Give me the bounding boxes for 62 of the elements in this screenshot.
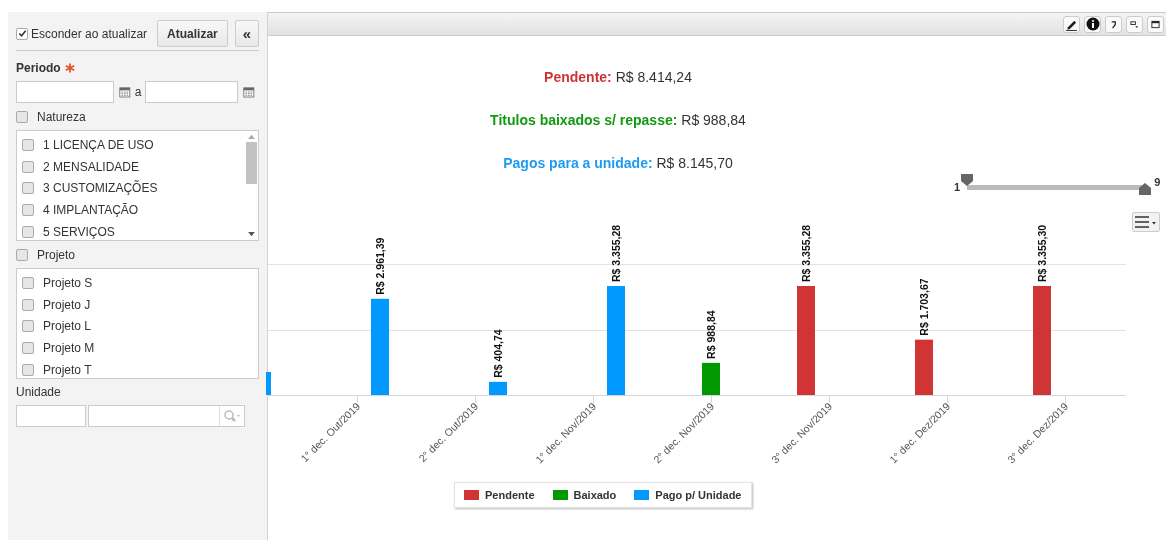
legend-item[interactable]: Pago p/ Unidade [634,489,742,501]
list-item-checkbox[interactable]: Projeto S [17,272,258,294]
window-icon [1151,19,1160,29]
bar [915,339,933,395]
slider-handle[interactable] [1139,183,1152,195]
list-item-checkbox[interactable]: Projeto M [17,337,258,360]
bar [489,381,507,395]
summary-value: R$ 8.145,70 [656,155,733,171]
list-item-checkbox[interactable]: 5 SERVIÇOS [17,221,245,243]
date-separator: a [134,85,142,99]
resize-icon [1130,19,1139,29]
data-label: R$ 1.703,67 [918,278,930,336]
list-item-checkbox[interactable]: Projeto L [17,315,258,338]
slider-handle[interactable] [961,174,974,186]
collapse-button[interactable]: « [234,20,259,47]
unit-label: Unidade [16,385,62,399]
range-min-label: 1 [954,181,961,193]
list-item-checkbox[interactable]: Projeto J [17,293,258,316]
unit-search-field[interactable] [88,405,245,427]
legend-item[interactable]: Pendente [464,489,535,501]
projeto-checkbox[interactable]: Projeto [16,247,259,262]
list-item-checkbox[interactable]: 2 MENSALIDADE [17,155,245,178]
summary-label: Pendente: [544,69,612,85]
end-date-field[interactable] [145,81,239,103]
data-label: R$ 2.961,39 [374,237,386,295]
data-label: R$ 988,84 [705,310,717,359]
hide-on-update-checkbox[interactable]: Esconder ao atualizar [16,26,148,41]
summary-label: Titulos baixados s/ repasse: [490,112,678,128]
summary-value: R$ 8.414,24 [615,69,692,85]
start-date-field[interactable] [16,81,114,103]
update-button[interactable]: Atualizar [157,20,228,47]
summary-value: R$ 988,84 [681,112,746,128]
range-max-label: 9 [1154,176,1161,188]
natureza-checkbox[interactable]: Natureza [16,109,259,124]
legend-item[interactable]: Baixado [552,489,617,501]
info-button[interactable] [1084,15,1101,33]
list-item-checkbox[interactable]: 3 CUSTOMIZAÇÕES [17,177,245,200]
bar [702,362,720,395]
chart-menu-button[interactable] [1132,212,1160,232]
check-icon [17,29,27,38]
data-label: R$ 3.355,28 [610,224,622,282]
calendar-icon[interactable] [243,85,255,99]
edit-button[interactable] [1063,15,1080,33]
list-item-checkbox[interactable]: 4 IMPLANTAÇÃO [17,199,245,222]
calendar-icon[interactable] [119,85,131,99]
resize-button[interactable] [1126,15,1143,33]
data-label: R$ 404,74 [492,329,504,378]
maximize-button[interactable] [1147,15,1164,33]
scroll-down-icon[interactable] [248,232,255,237]
info-icon [1085,17,1100,31]
unit-code-field[interactable] [16,405,86,427]
undo-button[interactable] [1105,15,1122,33]
data-label: R$ 3.355,28 [800,224,812,282]
required-icon [64,63,75,73]
data-label: R$ 3.355,30 [1036,224,1048,282]
undo-icon [1109,19,1118,29]
partial-bar [266,372,271,395]
list-item-checkbox[interactable]: 1 LICENÇA DE USO [17,134,245,156]
summary-label: Pagos para a unidade: [503,155,653,171]
menu-icon [1135,216,1157,228]
list-item-checkbox[interactable]: Projeto T [17,359,258,381]
period-label: Periodo [16,61,61,75]
